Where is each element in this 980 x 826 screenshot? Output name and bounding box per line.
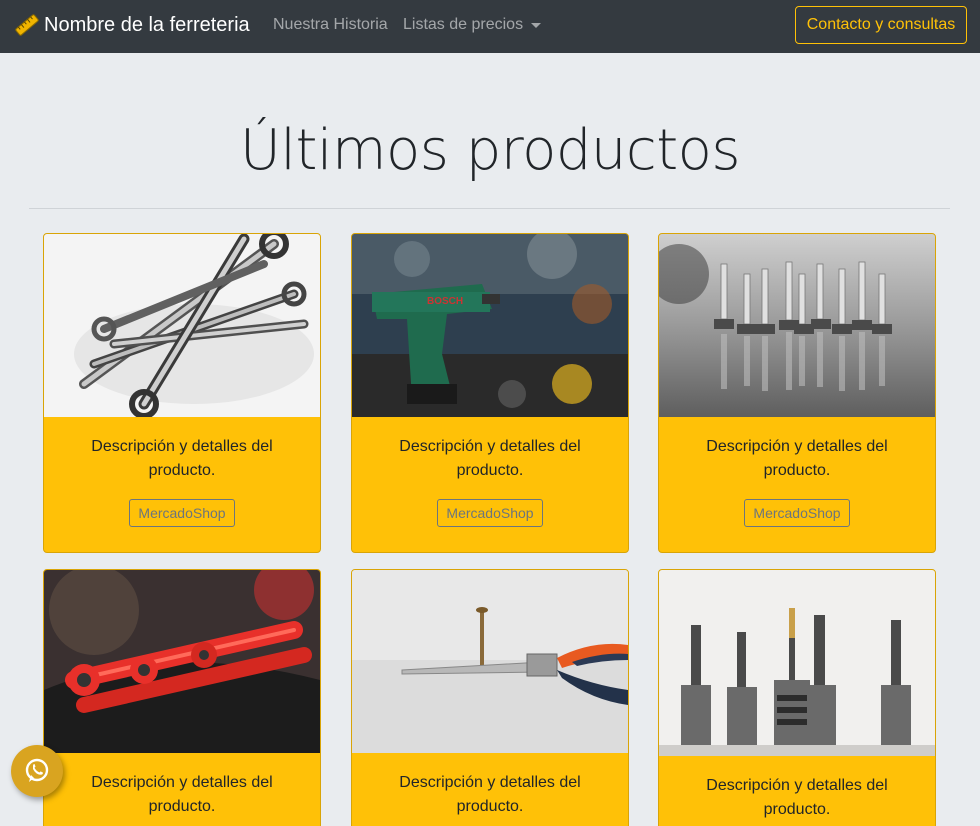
brand-name: Nombre de la ferreteria — [44, 13, 250, 36]
mercadoshop-button[interactable]: MercadoShop — [744, 499, 850, 527]
product-description: Descripción y detalles del producto. — [399, 438, 581, 479]
whatsapp-button[interactable] — [11, 745, 63, 797]
page-title: Últimos productos — [239, 118, 741, 183]
product-card: Descripción y detalles del producto. — [43, 569, 321, 826]
product-description: Descripción y detalles del producto. — [399, 774, 581, 815]
nav-dropdown-label: Listas de precios — [403, 16, 524, 33]
product-description: Descripción y detalles del producto. — [91, 774, 273, 815]
pliers-screw-photo — [352, 570, 628, 753]
product-card: Descripción y detalles del producto. — [658, 569, 936, 826]
product-description: Descripción y detalles del producto. — [91, 438, 273, 479]
ruler-level-icon — [15, 14, 39, 36]
product-card: BOSCH Descripción y detalles del product… — [351, 233, 629, 553]
product-card: Descripción y detalles del producto. Mer… — [43, 233, 321, 553]
nav-link-historia[interactable]: Nuestra Historia — [273, 16, 388, 34]
product-card: Descripción y detalles del producto. Mer… — [658, 233, 936, 553]
product-card: Descripción y detalles del producto. — [351, 569, 629, 826]
cordless-drill-photo: BOSCH — [352, 234, 628, 417]
navbar: Nombre de la ferreteria Nuestra Historia… — [0, 0, 980, 53]
product-description: Descripción y detalles del producto. — [706, 438, 888, 479]
drill-bits-photo — [659, 570, 935, 756]
mercadoshop-button[interactable]: MercadoShop — [437, 499, 543, 527]
divider — [29, 208, 950, 209]
brand-link[interactable]: Nombre de la ferreteria — [14, 11, 250, 39]
whatsapp-icon — [25, 758, 49, 782]
svg-text:BOSCH: BOSCH — [427, 296, 463, 307]
wrenches-photo — [44, 234, 320, 417]
contact-button[interactable]: Contacto y consultas — [795, 6, 967, 44]
caret-down-icon — [531, 23, 542, 28]
mercadoshop-button[interactable]: MercadoShop — [129, 499, 235, 527]
screws-photo — [659, 234, 935, 417]
ratchet-wrench-photo — [44, 570, 320, 753]
product-description: Descripción y detalles del producto. — [706, 777, 888, 818]
nav-dropdown-precios[interactable]: Listas de precios — [403, 16, 542, 34]
